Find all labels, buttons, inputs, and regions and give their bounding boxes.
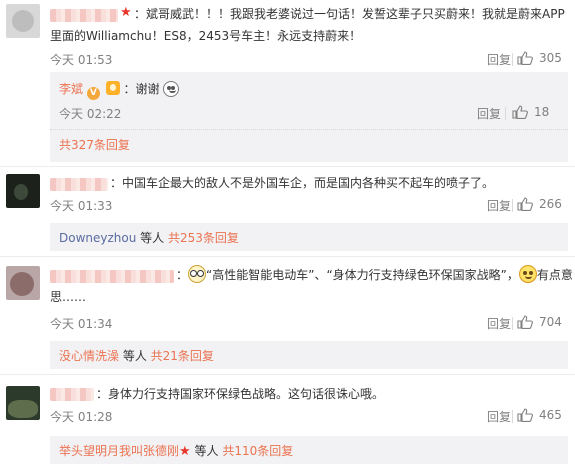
like-count: 18 [534, 105, 550, 119]
comment-text-line: ：斌哥威武！！！我跟我老婆说过一句话！发誓这辈子只买蔚来！我就是蔚来APP [134, 7, 565, 21]
comment-text-line: ：中国车企最大的敌人不是外国车企，而是国内各种买不起车的喷子了。 [110, 176, 495, 190]
comment-time: 今天 01:28 [50, 410, 113, 424]
reply-button[interactable]: 回复 [487, 408, 511, 425]
more-replies-link[interactable]: 共327条回复 [59, 136, 130, 153]
glasses-emoji-icon [188, 265, 207, 283]
like-button[interactable]: 266 [517, 197, 562, 211]
avatar[interactable] [6, 4, 40, 38]
comment-text: ：斌哥威武！！！我跟我老婆说过一句话！发誓这辈子只买蔚来！我就是蔚来APP 里面… [50, 3, 572, 47]
and-others-text: 等人 [119, 349, 151, 363]
sub-reply-like-button[interactable]: 18 [512, 105, 549, 119]
sub-reply-reply-button[interactable]: 回复 [477, 105, 501, 122]
avatar[interactable] [6, 386, 40, 420]
reply-button[interactable]: 回复 [487, 315, 511, 332]
sub-reply-line: 李斌 V ：谢谢 [59, 80, 180, 100]
like-count: 305 [539, 51, 562, 65]
reply-button[interactable]: 回复 [487, 197, 511, 214]
comment-text-line: 思…… [50, 290, 87, 304]
like-count: 465 [539, 408, 562, 422]
sub-reply-author[interactable]: 李斌 [59, 82, 83, 96]
red-star-icon: ★ [179, 444, 191, 459]
comment-1: ★ ：斌哥威武！！！我跟我老婆说过一句话！发誓这辈子只买蔚来！我就是蔚来APP … [0, 0, 575, 162]
and-others-text: 等人 [136, 231, 168, 245]
more-replies-link[interactable]: 共253条回复 [168, 231, 239, 245]
more-replies-link[interactable]: 共110条回复 [222, 444, 293, 458]
thumbs-up-icon [517, 197, 533, 211]
comment-4: ：身体力行支持国家环保绿色战略。这句话很诛心哦。 今天 01:28 回复 465… [0, 374, 575, 472]
avatar[interactable] [6, 266, 40, 300]
reply-author-link[interactable]: 没心情洗澡 [59, 349, 119, 363]
comment-time: 今天 01:33 [50, 199, 113, 213]
more-replies: Downeyzhou 等人 共253条回复 [59, 229, 239, 246]
divider [512, 199, 513, 212]
comment-text: ： “高性能智能电动车”、“身体力行支持绿色环保国家战略”， 有点意 思…… [50, 264, 573, 308]
thumbs-up-icon [517, 315, 533, 329]
divider [512, 53, 513, 66]
thanks-emoji-icon [163, 81, 180, 97]
sub-reply-box: 李斌 V ：谢谢 今天 02:22 回复 18 共327条回复 [50, 72, 568, 162]
reply-button[interactable]: 回复 [487, 51, 511, 68]
and-others-text: 等人 [190, 444, 223, 458]
comment-text: ：中国车企最大的敌人不是外国车企，而是国内各种买不起车的喷子了。 [50, 172, 572, 194]
sub-reply-box: Downeyzhou 等人 共253条回复 [50, 223, 568, 251]
sub-reply-box: 没心情洗澡 等人 共21条回复 [50, 341, 568, 369]
avatar[interactable] [6, 174, 40, 208]
comment-text-line: 里面的Williamchu！ES8，2453号车主！永远支持蔚来！ [50, 29, 362, 43]
comment-text: ：身体力行支持国家环保绿色战略。这句话很诛心哦。 [50, 383, 572, 405]
comment-3: ： “高性能智能电动车”、“身体力行支持绿色环保国家战略”， 有点意 思…… 今天 … [0, 256, 575, 372]
member-badge-icon [105, 81, 120, 95]
colon-text: ： [176, 268, 189, 282]
sub-reply-box: 举头望明月我叫张德刚★ 等人 共110条回复 [50, 436, 568, 464]
like-count: 704 [539, 315, 562, 329]
divider [512, 317, 513, 330]
smile-emoji-icon [518, 265, 537, 283]
reply-author-link[interactable]: 举头望明月我叫张德刚 [59, 444, 179, 458]
vip-badge-icon: V [86, 87, 100, 100]
thumbs-up-icon [512, 105, 528, 119]
comment-text-line: ：身体力行支持国家环保绿色战略。这句话很诛心哦。 [96, 387, 385, 401]
like-count: 266 [539, 197, 562, 211]
sub-reply-time: 今天 02:22 [59, 107, 122, 121]
more-replies-link[interactable]: 共21条回复 [151, 349, 214, 363]
like-button[interactable]: 305 [517, 51, 562, 65]
sub-reply-text: ：谢谢 [123, 82, 160, 96]
thumbs-up-icon [517, 51, 533, 65]
divider [505, 107, 506, 120]
thumbs-up-icon [517, 408, 533, 422]
more-replies: 举头望明月我叫张德刚★ 等人 共110条回复 [59, 442, 293, 459]
more-replies: 没心情洗澡 等人 共21条回复 [59, 347, 214, 364]
like-button[interactable]: 704 [517, 315, 562, 329]
divider [512, 410, 513, 423]
like-button[interactable]: 465 [517, 408, 562, 422]
quote-text: “高性能智能电动车”、“身体力行支持绿色环保国家战略”， [206, 268, 519, 282]
comment-text-line: ： “高性能智能电动车”、“身体力行支持绿色环保国家战略”， 有点意 [50, 264, 573, 286]
reply-author-link[interactable]: Downeyzhou [59, 231, 136, 245]
comment-time: 今天 01:53 [50, 53, 113, 67]
trailing-text: 有点意 [536, 268, 573, 282]
dotted-divider [50, 129, 568, 130]
comment-2: ：中国车企最大的敌人不是外国车企，而是国内各种买不起车的喷子了。 今天 01:3… [0, 166, 575, 254]
comment-time: 今天 01:34 [50, 317, 113, 331]
